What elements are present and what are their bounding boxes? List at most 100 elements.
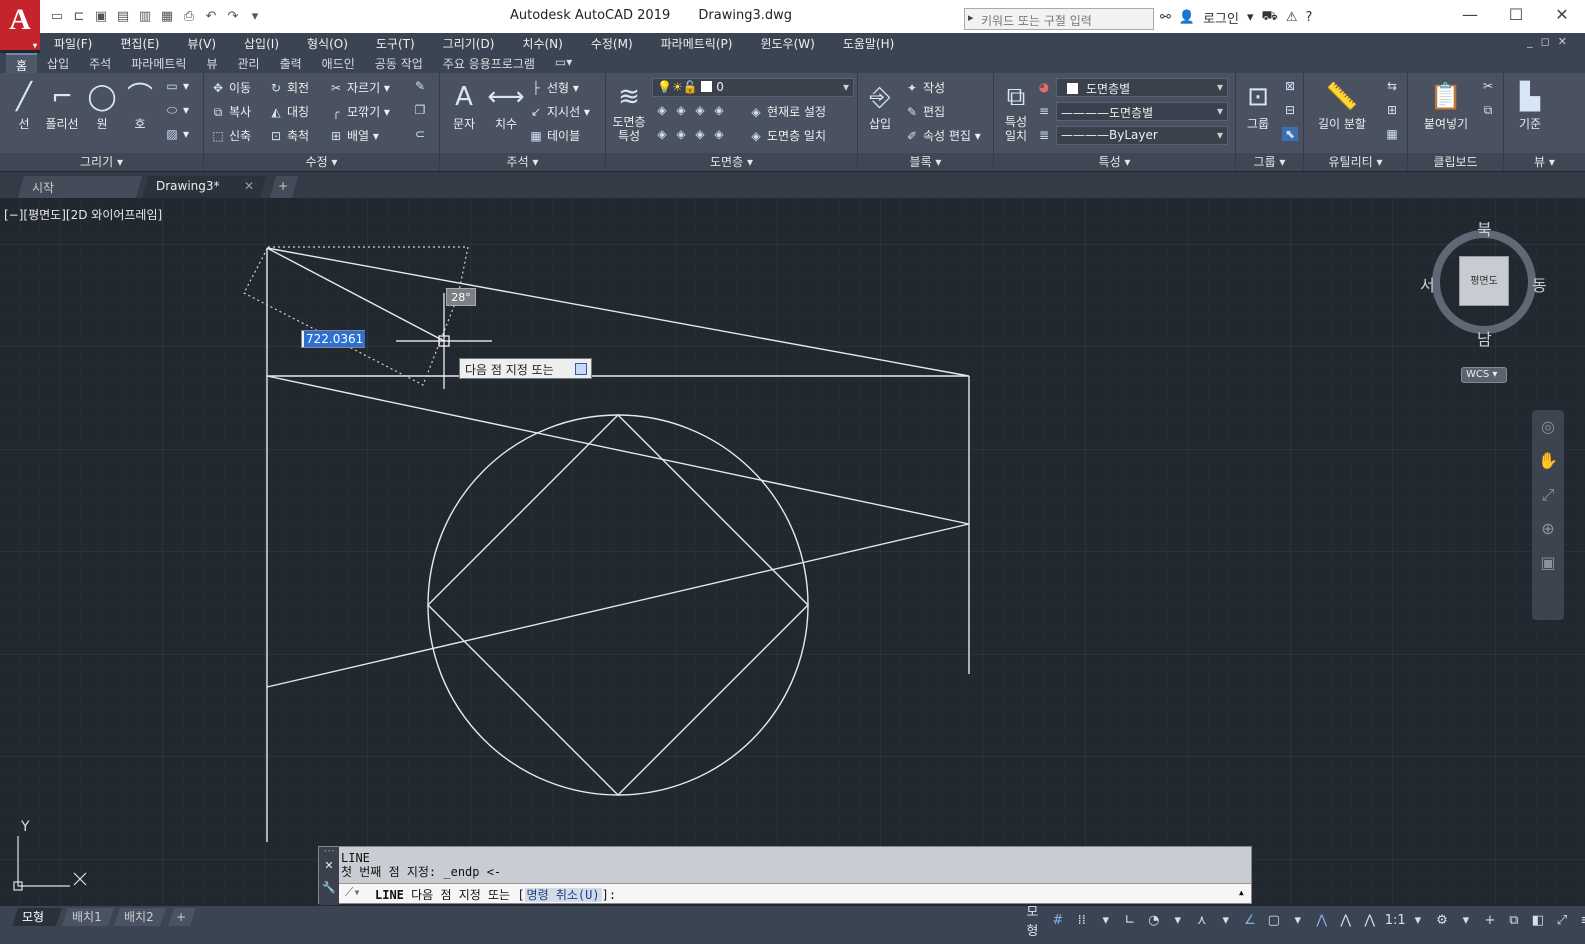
tab-model[interactable]: 모형 [12, 908, 62, 926]
tab-home[interactable]: 홈 [6, 53, 38, 73]
auto-scale-icon[interactable]: ⋀ [1337, 913, 1355, 928]
tab-manage[interactable]: 관리 [227, 53, 269, 73]
ribbon-toggle-icon[interactable]: ▭▾ [545, 53, 582, 73]
menu-view[interactable]: 뷰(V) [173, 33, 230, 53]
base-view-button[interactable]: ▙ 기준 [1510, 79, 1550, 132]
text-button[interactable]: A 문자 [444, 79, 484, 132]
stretch-button[interactable]: ⬚ 신축 [210, 127, 251, 144]
circle-button[interactable]: ◯ 원 [82, 79, 122, 132]
orbit-icon[interactable]: ⊕ [1532, 512, 1564, 546]
compass-west[interactable]: 서 [1420, 272, 1435, 296]
login-button[interactable]: 로그인 [1203, 8, 1239, 27]
panel-annotation-title[interactable]: 주석 ▾ [440, 153, 605, 171]
maximize-icon[interactable]: ☐ [1493, 0, 1539, 30]
web-mobile-icon[interactable]: ▥ [136, 8, 154, 26]
doc-tab-start[interactable]: 시작 [18, 176, 142, 198]
create-block-button[interactable]: ✦ 작성 [904, 79, 945, 96]
object-snap-tracking-icon[interactable]: ∠ [1241, 913, 1259, 928]
compass-south[interactable]: 남 [1477, 326, 1492, 350]
layer-tools-row-2[interactable]: ◈ ◈ ◈ ◈ [654, 127, 730, 141]
customize-icon[interactable]: ≡ [1577, 913, 1585, 928]
panel-properties-title[interactable]: 특성 ▾ [994, 153, 1235, 171]
user-icon[interactable]: 👤 [1179, 10, 1195, 25]
chevron-down-icon[interactable]: ▾ [1289, 913, 1307, 928]
menu-dimension[interactable]: 치수(N) [508, 33, 576, 53]
tab-collaborate[interactable]: 공동 작업 [365, 53, 433, 73]
table-button[interactable]: ▦ 테이블 [528, 127, 580, 144]
linetype-dropdown[interactable]: ————도면층별 [1056, 102, 1228, 121]
tab-annotate[interactable]: 주석 [79, 53, 121, 73]
group-select-icon[interactable]: ⬉ [1282, 127, 1301, 141]
select-all-icon[interactable]: ⊞ [1384, 103, 1403, 117]
insert-block-button[interactable]: ⎆ 삽입 [860, 79, 900, 132]
wcs-menu[interactable]: WCS ▾ [1461, 367, 1507, 383]
drawing-canvas[interactable] [0, 198, 1585, 906]
binoculars-icon[interactable]: ⚯ [1160, 10, 1171, 25]
panel-draw-title[interactable]: 그리기 ▾ [0, 153, 203, 171]
edit-block-button[interactable]: ✎ 편집 [904, 103, 945, 120]
length-dynamic-input[interactable]: 722.0361 [301, 330, 366, 348]
doc-window-controls[interactable]: _◻✕ [1527, 35, 1575, 48]
open-icon[interactable]: ⊏ [70, 8, 88, 26]
calculator-icon[interactable]: ▦ [1384, 127, 1403, 141]
menu-file[interactable]: 파일(F) [40, 33, 106, 53]
attr-edit-button[interactable]: ✐ 속성 편집 ▾ [904, 127, 981, 144]
menu-parametric[interactable]: 파라메트릭(P) [647, 33, 747, 53]
scale-button[interactable]: ⊡ 축척 [268, 127, 309, 144]
paste-button[interactable]: 📋 붙여넣기 [1416, 79, 1476, 132]
model-space-button[interactable]: 모형 [1022, 901, 1043, 939]
fullscreen-icon[interactable]: ⤢ [1553, 913, 1571, 928]
chevron-down-icon[interactable]: ▾ [1247, 10, 1254, 25]
gear-icon[interactable]: ⚙ [1433, 913, 1451, 928]
help-icon[interactable]: ? [1306, 10, 1313, 25]
add-layout-button[interactable]: + [168, 908, 196, 926]
panel-utilities-title[interactable]: 유틸리티 ▾ [1304, 153, 1407, 171]
plus-icon[interactable]: + [1481, 913, 1499, 928]
redo-icon[interactable]: ↷ [224, 8, 242, 26]
ellipse-button[interactable]: ⬭ ▾ [164, 103, 189, 118]
layer-dropdown[interactable]: 💡☀🔓 0 [652, 78, 854, 97]
explode-button[interactable]: ❐ [412, 103, 431, 117]
drawing-viewport[interactable]: [−][평면도][2D 와이어프레임] [0, 198, 1585, 906]
measure-button[interactable]: 📏 길이 분할 [1312, 79, 1372, 132]
panel-block-title[interactable]: 블록 ▾ [858, 153, 993, 171]
menu-draw[interactable]: 그리기(D) [429, 33, 509, 53]
publish-icon[interactable]: ▦ [158, 8, 176, 26]
doc-tab-drawing3[interactable]: Drawing3* ✕ [142, 176, 266, 198]
cart-icon[interactable]: ⛟ [1262, 9, 1278, 26]
qat-dropdown-icon[interactable]: ▾ [246, 8, 264, 26]
compass-east[interactable]: 동 [1532, 272, 1547, 296]
chevron-down-icon[interactable]: ▾ [1217, 913, 1235, 928]
group-button[interactable]: ⊡ 그룹 [1238, 79, 1278, 132]
tab-view[interactable]: 뷰 [196, 53, 227, 73]
save-icon[interactable]: ▣ [92, 8, 110, 26]
panel-layers-title[interactable]: 도면층 ▾ [606, 153, 857, 171]
tab-layout2[interactable]: 배치2 [114, 908, 166, 926]
set-current-button[interactable]: ◈ 현재로 설정 [748, 103, 826, 120]
menu-edit[interactable]: 편집(E) [106, 33, 173, 53]
fillet-button[interactable]: ╭ 모깎기 ▾ [328, 103, 390, 120]
mirror-button[interactable]: ◭ 대칭 [268, 103, 309, 120]
panel-modify-title[interactable]: 수정 ▾ [204, 153, 439, 171]
undo-option[interactable]: 명령 취소(U) [524, 888, 602, 902]
tab-output[interactable]: 출력 [270, 53, 312, 73]
hatch-button[interactable]: ▨ ▾ [164, 127, 189, 141]
compass-north[interactable]: 북 [1477, 216, 1492, 240]
group-edit-icon[interactable]: ⊟ [1282, 103, 1301, 117]
line-button[interactable]: ╱ 선 [4, 79, 44, 132]
next-point-tooltip[interactable]: 다음 점 지정 또는 [459, 358, 592, 379]
chevron-down-icon[interactable]: ▾ [1457, 913, 1475, 928]
close-icon[interactable]: ✕ [1539, 0, 1585, 30]
history-toggle-icon[interactable]: ▴ [1238, 885, 1245, 899]
ungroup-icon[interactable]: ⊠ [1282, 79, 1301, 93]
scale-button[interactable]: 1:1 [1385, 913, 1406, 928]
layer-match-button[interactable]: ◈ 도면층 일치 [748, 127, 826, 144]
ortho-icon[interactable]: ∟ [1121, 913, 1139, 928]
menu-window[interactable]: 윈도우(W) [746, 33, 828, 53]
app-menu-button[interactable]: A ▾ [0, 0, 40, 50]
close-icon[interactable]: ✕ [319, 857, 339, 877]
annotation-scale-icon[interactable]: ⋀ [1361, 913, 1379, 928]
color-dropdown[interactable]: 도면층별 [1056, 78, 1228, 97]
steering-wheel-icon[interactable]: ◎ [1532, 410, 1564, 444]
snap-icon[interactable]: ⁞⁞ [1073, 913, 1091, 928]
